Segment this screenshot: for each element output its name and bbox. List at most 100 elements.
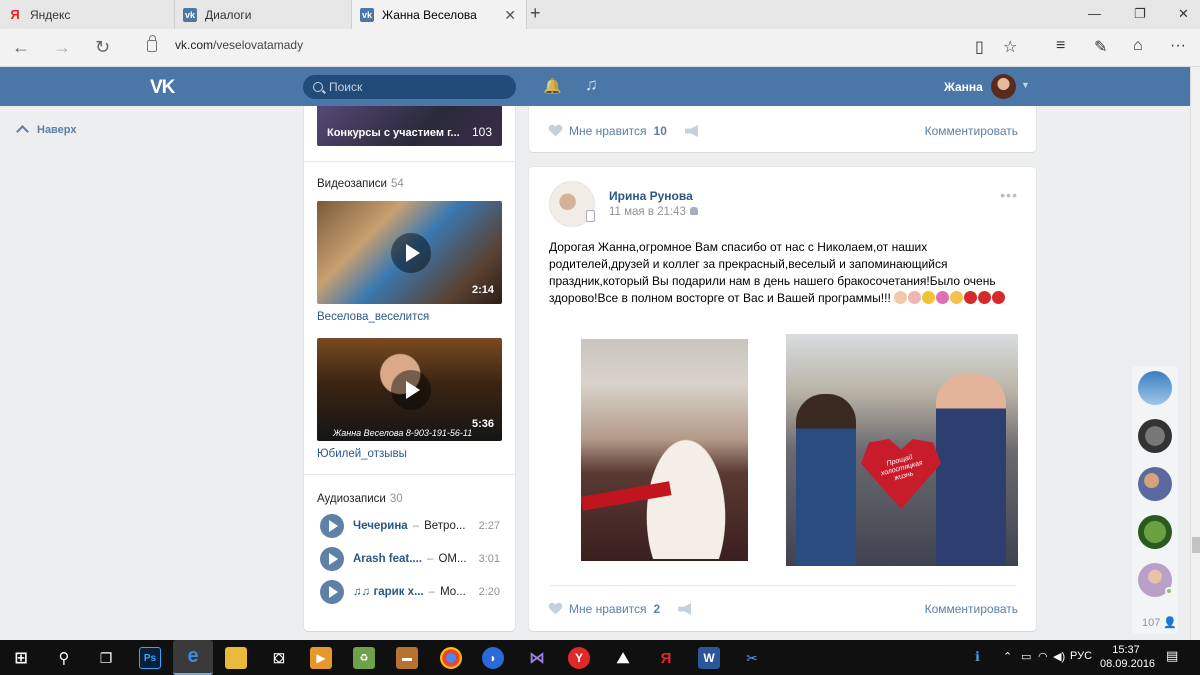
track-title[interactable]: OM... <box>438 553 466 565</box>
photos-icon[interactable]: ⛰ <box>612 647 634 669</box>
wifi-icon[interactable]: ◠ <box>1038 650 1048 663</box>
friend-avatar[interactable] <box>1138 515 1172 549</box>
search-box[interactable] <box>303 75 516 99</box>
audios-title: Аудиозаписи <box>317 493 386 505</box>
online-indicator <box>1165 587 1173 595</box>
new-tab-button[interactable]: + <box>530 3 541 24</box>
friends-count[interactable]: 107 👤 <box>1142 616 1177 629</box>
favorite-star-icon[interactable]: ☆ <box>1003 37 1017 57</box>
divider <box>304 474 515 475</box>
tab-zhanna-veselova[interactable]: vk Жанна Веселова ✕ <box>352 0 527 29</box>
reading-view-icon[interactable]: ▯ <box>975 37 984 57</box>
file-explorer-icon[interactable] <box>225 647 247 669</box>
app-icon[interactable]: ♻ <box>353 647 375 669</box>
yandex-icon[interactable]: Я <box>655 647 677 669</box>
chevron-up-icon[interactable]: ⌃ <box>1003 650 1012 663</box>
video-title-link[interactable]: Веселова_веселится <box>317 311 429 323</box>
word-icon[interactable]: W <box>698 647 720 669</box>
like-label: Мне нравится <box>569 124 647 138</box>
album-thumbnail[interactable]: Конкурсы с участием г... 103 <box>317 106 502 146</box>
post-photo-wedding-guests[interactable]: Прощай холостяцкая жизнь <box>786 334 1018 566</box>
action-center-icon[interactable]: ▤ <box>1166 648 1178 664</box>
search-icon[interactable]: ⚲ <box>53 647 75 669</box>
app-icon[interactable]: ▬ <box>396 647 418 669</box>
play-icon[interactable] <box>320 514 344 538</box>
bell-icon[interactable]: 🔔 <box>543 77 562 95</box>
refresh-icon[interactable]: ↻ <box>95 37 110 58</box>
edge-icon[interactable]: e <box>173 640 213 675</box>
store-icon[interactable]: ⛋ <box>268 647 290 669</box>
task-view-icon[interactable]: ❐ <box>95 647 117 669</box>
video-duration: 5:36 <box>471 418 494 430</box>
back-to-top-button[interactable]: Наверх <box>16 123 77 138</box>
videos-section-title[interactable]: Видеозаписи 54 <box>317 178 404 190</box>
tab-yandex[interactable]: Я Яндекс <box>0 0 175 29</box>
browser-tab-bar: Я Яндекс vk Диалоги vk Жанна Веселова ✕ … <box>0 0 1200 29</box>
video-title-link[interactable]: Юбилей_отзывы <box>317 448 407 460</box>
avatar[interactable] <box>991 74 1016 99</box>
url-field[interactable]: vk.com/veselovatamady <box>147 35 303 52</box>
vk-logo[interactable]: VK <box>150 77 175 99</box>
app-icon[interactable]: ✂ <box>741 647 763 669</box>
forward-arrow-icon[interactable]: → <box>53 37 71 58</box>
app-icon[interactable]: ◗ <box>482 647 504 669</box>
like-button[interactable]: Мне нравится 10 <box>549 124 698 138</box>
share-icon[interactable] <box>684 125 698 137</box>
maximize-button[interactable]: ❐ <box>1134 6 1146 22</box>
friend-avatar[interactable] <box>1138 467 1172 501</box>
audios-section-title[interactable]: Аудиозаписи 30 <box>317 493 403 505</box>
play-icon[interactable] <box>320 547 344 571</box>
hub-icon[interactable]: ≡ <box>1056 37 1065 55</box>
more-icon[interactable]: ··· <box>1170 37 1186 55</box>
friend-avatar[interactable] <box>1138 419 1172 453</box>
media-player-icon[interactable]: ▶ <box>310 647 332 669</box>
audio-track[interactable]: ♫♫ гарик х... – Мо... 2:20 <box>320 580 500 604</box>
comment-link[interactable]: Комментировать <box>925 124 1018 138</box>
post-date[interactable]: 11 мая в 21:43 <box>609 206 698 218</box>
language-indicator[interactable]: РУС <box>1070 650 1092 662</box>
track-artist[interactable]: ♫♫ гарик х... <box>353 586 424 598</box>
audio-track[interactable]: Чечерина – Ветро... 2:27 <box>320 514 500 538</box>
photoshop-icon[interactable]: Ps <box>139 647 161 669</box>
tab-dialogs[interactable]: vk Диалоги <box>175 0 352 29</box>
web-note-icon[interactable]: ✎ <box>1094 37 1107 57</box>
app-icon[interactable]: ⋈ <box>526 647 548 669</box>
network-icon[interactable]: ▭ <box>1021 650 1031 663</box>
music-icon[interactable]: ♫ <box>585 75 598 95</box>
comment-link[interactable]: Комментировать <box>925 602 1018 616</box>
track-title[interactable]: Ветро... <box>424 520 465 532</box>
clock[interactable]: 15:37 08.09.2016 <box>1100 643 1155 671</box>
notification-icon[interactable]: ℹ <box>975 649 980 665</box>
like-button[interactable]: Мне нравится 2 <box>549 602 692 616</box>
rose-emoji-icon <box>992 291 1006 304</box>
minimize-button[interactable]: — <box>1088 6 1101 21</box>
more-icon[interactable]: ••• <box>1000 187 1018 203</box>
video-thumbnail[interactable]: 2:14 <box>317 201 502 304</box>
back-arrow-icon[interactable]: ← <box>12 37 30 58</box>
video-thumbnail[interactable]: Жанна Веселова 8-903-191-56-11 5:36 <box>317 338 502 441</box>
share-icon[interactable] <box>678 603 692 615</box>
track-artist[interactable]: Чечерина <box>353 520 408 532</box>
chrome-icon[interactable] <box>440 647 462 669</box>
close-window-button[interactable]: ✕ <box>1178 6 1189 22</box>
volume-icon[interactable]: ◀) <box>1053 650 1065 663</box>
scrollbar-thumb[interactable] <box>1192 537 1200 553</box>
post-author[interactable]: Ирина Рунова <box>609 189 693 203</box>
track-artist[interactable]: Arash feat.... <box>353 553 422 565</box>
close-icon[interactable]: ✕ <box>504 7 516 24</box>
avatar[interactable] <box>549 181 595 227</box>
photo-detail <box>936 374 1006 566</box>
friend-avatar[interactable] <box>1138 371 1172 405</box>
yandex-browser-icon[interactable]: Y <box>568 647 590 669</box>
search-input[interactable] <box>329 80 499 94</box>
scrollbar[interactable] <box>1190 67 1200 640</box>
track-title[interactable]: Мо... <box>440 586 466 598</box>
post-photo-wedding-dance[interactable] <box>581 339 748 561</box>
friend-avatar[interactable] <box>1138 563 1173 597</box>
audio-track[interactable]: Arash feat.... – OM... 3:01 <box>320 547 500 571</box>
chevron-down-icon[interactable]: ▼ <box>1021 80 1030 90</box>
user-name[interactable]: Жанна <box>944 80 983 94</box>
windows-start-icon[interactable]: ⊞ <box>10 647 32 669</box>
play-icon[interactable] <box>320 580 344 604</box>
share-icon[interactable]: ⌂ <box>1133 37 1143 55</box>
